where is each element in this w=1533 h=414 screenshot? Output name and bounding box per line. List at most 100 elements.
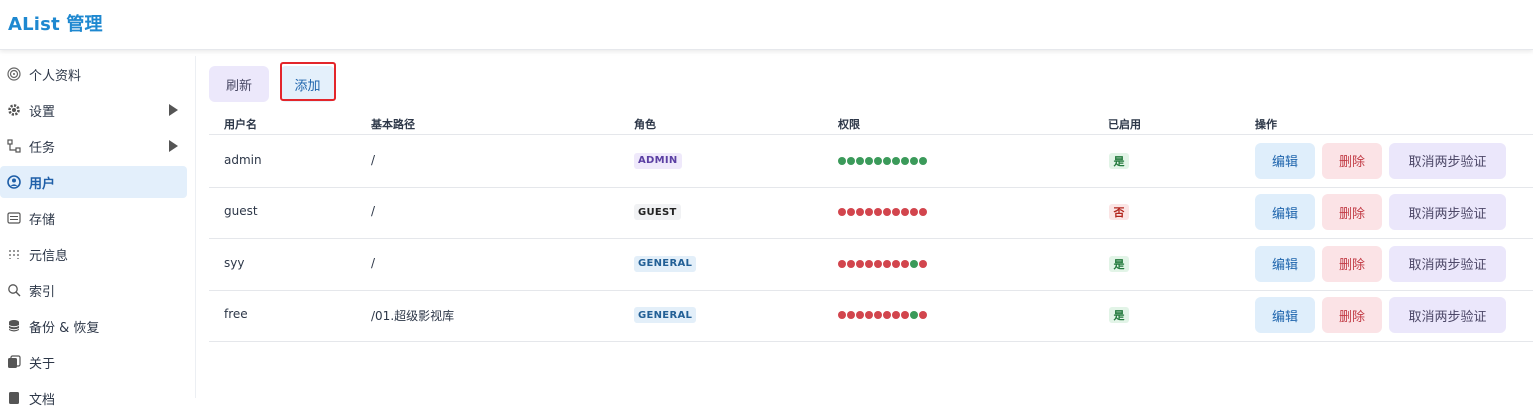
permission-dots [838, 208, 927, 217]
username-cell: syy [224, 255, 245, 270]
permission-dot [847, 156, 855, 165]
permission-dot [856, 259, 864, 268]
permission-dot [856, 311, 864, 320]
username-cell: admin [224, 152, 262, 167]
header-bar: AList 管理 [0, 0, 1533, 50]
sidebar-item-index[interactable]: 索引 [0, 274, 187, 306]
role-badge: GENERAL [634, 255, 697, 272]
permission-dot [910, 208, 918, 217]
sidebar: 个人资料 设置 任务 用户 存储 元信息 索引 备份 & 恢复 关于 文档 [0, 56, 196, 408]
user-circle-icon [7, 175, 21, 189]
permission-dot [901, 259, 909, 268]
sidebar-item-users[interactable]: 用户 [0, 166, 187, 198]
role-badge: GUEST [634, 204, 681, 221]
permission-dot [847, 208, 855, 217]
document-icon [7, 391, 21, 405]
cancel-2fa-button[interactable]: 取消两步验证 [1389, 142, 1506, 179]
sidebar-item-label: 关于 [29, 356, 56, 372]
search-icon [7, 283, 21, 297]
sidebar-item-label: 备份 & 恢复 [29, 320, 100, 336]
sidebar-item-storage[interactable]: 存储 [0, 202, 187, 234]
chevron-right-icon [169, 104, 178, 116]
enabled-badge: 是 [1109, 307, 1129, 324]
column-header-permissions[interactable]: 权限 [838, 116, 860, 132]
header-divider [209, 134, 1533, 135]
permission-dot [865, 311, 873, 320]
row-divider [209, 290, 1533, 291]
cancel-2fa-button[interactable]: 取消两步验证 [1389, 245, 1506, 282]
sidebar-item-label: 个人资料 [29, 68, 82, 84]
permission-dot [919, 208, 927, 217]
app-title[interactable]: AList 管理 [8, 10, 103, 36]
permission-dot [874, 156, 882, 165]
fingerprint-icon [7, 67, 21, 81]
permission-dot [883, 156, 891, 165]
sidebar-item-label: 文档 [29, 392, 56, 408]
column-header-actions: 操作 [1255, 118, 1277, 131]
permission-dot [901, 208, 909, 217]
delete-button[interactable]: 删除 [1322, 194, 1382, 231]
permission-dot [865, 156, 873, 165]
permission-dot [874, 311, 882, 320]
gear-icon [7, 103, 21, 117]
edit-button[interactable]: 编辑 [1255, 142, 1315, 179]
sidebar-item-label: 用户 [29, 176, 56, 192]
permission-dot [883, 259, 891, 268]
base-path-cell: / [371, 204, 376, 219]
sidebar-item-tasks[interactable]: 任务 [0, 130, 187, 162]
sidebar-item-about[interactable]: 关于 [0, 346, 187, 378]
permission-dot [838, 156, 846, 165]
column-header-enabled[interactable]: 已启用 [1108, 116, 1141, 132]
refresh-button[interactable]: 刷新 [209, 66, 269, 102]
cancel-2fa-button[interactable]: 取消两步验证 [1389, 297, 1506, 334]
edit-button[interactable]: 编辑 [1255, 194, 1315, 231]
copy-icon [7, 355, 21, 369]
sidebar-item-profile[interactable]: 个人资料 [0, 58, 187, 90]
permission-dot [901, 311, 909, 320]
delete-button[interactable]: 删除 [1322, 245, 1382, 282]
chevron-right-icon [169, 140, 178, 152]
permission-dots [838, 311, 927, 320]
permission-dot [865, 208, 873, 217]
delete-button[interactable]: 删除 [1322, 297, 1382, 334]
sidebar-item-meta[interactable]: 元信息 [0, 238, 187, 270]
column-header-role[interactable]: 角色 [634, 116, 656, 132]
sidebar-item-backup-restore[interactable]: 备份 & 恢复 [0, 310, 187, 342]
row-divider [209, 341, 1533, 342]
sidebar-item-settings[interactable]: 设置 [0, 94, 187, 126]
edit-button[interactable]: 编辑 [1255, 245, 1315, 282]
sidebar-item-label: 索引 [29, 284, 56, 300]
sidebar-item-label: 设置 [29, 104, 56, 120]
row-divider [209, 238, 1533, 239]
permission-dot [892, 311, 900, 320]
permission-dot [838, 311, 846, 320]
permission-dot [856, 156, 864, 165]
enabled-badge: 是 [1109, 152, 1129, 169]
delete-button[interactable]: 删除 [1322, 142, 1382, 179]
cancel-2fa-button[interactable]: 取消两步验证 [1389, 194, 1506, 231]
enabled-badge: 是 [1109, 255, 1129, 272]
username-cell: guest [224, 204, 258, 219]
permission-dot [838, 259, 846, 268]
storage-icon [7, 211, 21, 225]
base-path-cell: / [371, 152, 376, 167]
column-header-base-path[interactable]: 基本路径 [371, 116, 415, 132]
column-header-username[interactable]: 用户名 [224, 116, 257, 132]
permission-dot [865, 259, 873, 268]
edit-button[interactable]: 编辑 [1255, 297, 1315, 334]
row-divider [209, 187, 1533, 188]
permission-dot [910, 259, 918, 268]
permission-dot [856, 208, 864, 217]
permission-dot [892, 156, 900, 165]
username-cell: free [224, 307, 248, 322]
permission-dot [892, 259, 900, 268]
sidebar-item-docs[interactable]: 文档 [0, 382, 187, 414]
role-badge: GENERAL [634, 307, 697, 324]
permission-dot [838, 208, 846, 217]
base-path-cell: /01.超级影视库 [371, 309, 455, 324]
add-user-button[interactable]: 添加 [280, 66, 335, 102]
permission-dot [874, 208, 882, 217]
sidebar-item-label: 元信息 [29, 248, 69, 264]
permission-dot [847, 311, 855, 320]
grid-icon [7, 247, 21, 261]
